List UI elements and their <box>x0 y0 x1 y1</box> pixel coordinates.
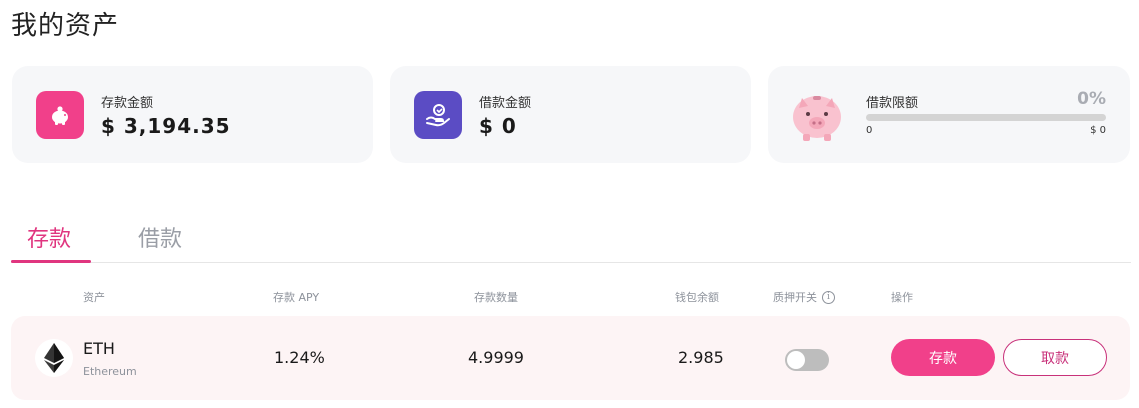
asset-symbol: ETH <box>83 339 115 358</box>
column-header-asset: 资产 <box>83 291 105 304</box>
borrow-limit-progress-bar <box>866 114 1106 121</box>
ethereum-icon <box>35 339 73 377</box>
borrow-limit-max: $ 0 <box>1090 125 1106 136</box>
deposit-button[interactable]: 存款 <box>891 339 995 376</box>
borrow-limit-label: 借款限额 <box>866 96 919 111</box>
borrow-amount-card: 借款金额 $ 0 <box>390 66 751 163</box>
deposit-amount-card: 存款金额 $ 3,194.35 <box>12 66 373 163</box>
borrow-limit-card: 借款限额 0% 0 $ 0 <box>768 66 1130 163</box>
column-header-quantity: 存款数量 <box>474 291 518 304</box>
borrow-limit-percent: 0% <box>1077 89 1106 109</box>
active-tab-indicator <box>11 260 91 263</box>
piggy-bank-icon <box>36 91 84 139</box>
tab-deposit[interactable]: 存款 <box>27 221 71 253</box>
asset-apy: 1.24% <box>274 348 325 367</box>
withdraw-button[interactable]: 取款 <box>1003 339 1107 376</box>
hand-coin-icon <box>414 91 462 139</box>
collateral-toggle[interactable] <box>785 349 829 371</box>
asset-name: Ethereum <box>83 365 137 378</box>
asset-quantity: 4.9999 <box>468 348 524 367</box>
column-header-apy: 存款 APY <box>273 291 320 304</box>
asset-tabs: 存款 借款 <box>11 215 1131 263</box>
pink-piggy-icon <box>793 96 841 141</box>
column-header-action: 操作 <box>891 291 913 304</box>
page-title: 我的资产 <box>11 11 120 41</box>
asset-wallet-balance: 2.985 <box>678 348 724 367</box>
column-header-collateral-label: 质押开关 <box>773 291 817 304</box>
deposit-amount-value: $ 3,194.35 <box>101 114 231 138</box>
info-icon[interactable]: i <box>822 290 835 304</box>
deposit-amount-label: 存款金额 <box>101 96 154 111</box>
tab-borrow[interactable]: 借款 <box>138 221 182 253</box>
collateral-toggle-knob <box>787 351 805 369</box>
table-row: ETH Ethereum 1.24% 4.9999 2.985 存款 取款 <box>11 316 1130 400</box>
borrow-limit-min: 0 <box>866 125 873 136</box>
borrow-amount-value: $ 0 <box>479 114 517 138</box>
column-header-collateral: 质押开关 i <box>773 289 835 305</box>
borrow-amount-label: 借款金额 <box>479 96 532 111</box>
column-header-wallet-balance: 钱包余额 <box>675 291 719 304</box>
